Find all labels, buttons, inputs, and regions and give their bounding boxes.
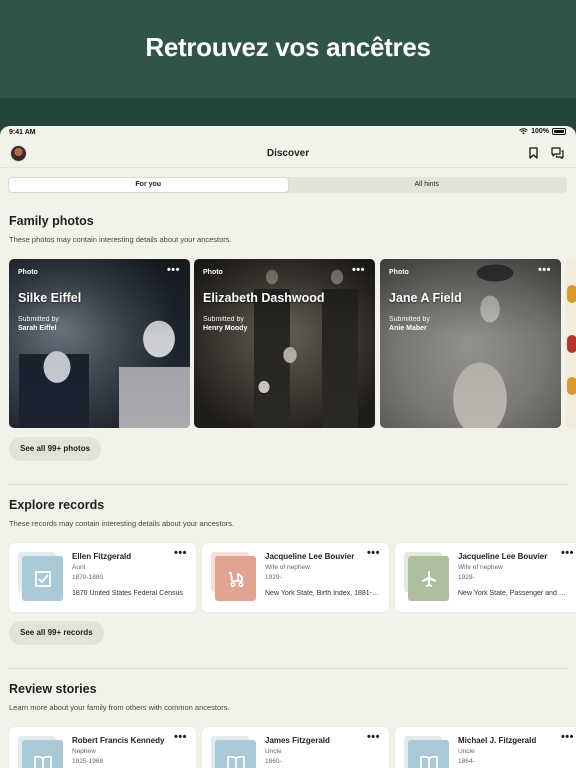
photo-kind: Photo xyxy=(389,269,409,276)
record-card[interactable]: Jacqueline Lee Bouvier Wife of nephew 19… xyxy=(395,543,576,612)
promo-title: Retrouvez vos ancêtres xyxy=(145,32,431,62)
messages-icon[interactable] xyxy=(551,147,564,159)
submitted-label: Submitted by xyxy=(18,316,59,323)
submitted-by-name: Sarah Eiffel xyxy=(18,325,57,332)
status-time: 9:41 AM xyxy=(9,129,36,136)
record-relation: Wife of nephew xyxy=(458,564,503,571)
record-card[interactable]: Jacqueline Lee Bouvier Wife of nephew 19… xyxy=(202,543,389,612)
more-options-icon[interactable]: ••• xyxy=(367,731,380,743)
record-source: New York State, Passenger and Crew Lists xyxy=(458,590,568,597)
story-relation: Nephew xyxy=(72,748,96,755)
photo-person-name: Jane A Field xyxy=(389,291,462,305)
submitted-by-name: Anie Maber xyxy=(389,325,427,332)
wifi-icon xyxy=(519,128,528,135)
submitted-label: Submitted by xyxy=(203,316,244,323)
page-title: Discover xyxy=(266,148,310,159)
story-dates: 1860- xyxy=(265,758,282,765)
more-options-icon[interactable]: ••• xyxy=(538,264,551,276)
more-options-icon[interactable]: ••• xyxy=(561,731,574,743)
story-dates: 1864- xyxy=(458,758,475,765)
story-thumbnail xyxy=(408,740,449,768)
explore-records-subtitle: These records may contain interesting de… xyxy=(9,519,235,528)
nav-bar: Discover xyxy=(0,140,576,168)
record-dates: 1870-1880 xyxy=(72,574,104,581)
stroller-icon xyxy=(228,571,244,587)
record-name: Ellen Fitzgerald xyxy=(72,552,132,561)
section-divider xyxy=(9,484,567,485)
promo-banner: Retrouvez vos ancêtres xyxy=(0,0,576,130)
record-relation: Wife of nephew xyxy=(265,564,310,571)
more-options-icon[interactable]: ••• xyxy=(352,264,365,276)
submitted-label: Submitted by xyxy=(389,316,430,323)
submitted-by-name: Henry Moody xyxy=(203,325,248,332)
section-divider xyxy=(9,668,567,669)
photo-kind: Photo xyxy=(203,269,223,276)
record-thumbnail xyxy=(215,556,256,601)
story-dates: 1925-1968 xyxy=(72,758,104,765)
more-options-icon[interactable]: ••• xyxy=(174,547,187,559)
record-dates: 1929- xyxy=(458,574,475,581)
story-name: Robert Francis Kennedy xyxy=(72,736,165,745)
record-name: Jacqueline Lee Bouvier xyxy=(265,552,355,561)
photo-card[interactable]: Photo ••• Jane A Field Submitted by Anie… xyxy=(380,259,561,428)
app-screen: 9:41 AM 100% Discover For you All hints … xyxy=(0,126,576,768)
story-card[interactable]: Robert Francis Kennedy Nephew 1925-1968 … xyxy=(9,727,196,768)
story-card[interactable]: James Fitzgerald Uncle 1860- ••• xyxy=(202,727,389,768)
record-name: Jacqueline Lee Bouvier xyxy=(458,552,548,561)
tab-for-you[interactable]: For you xyxy=(9,178,288,192)
photo-card[interactable]: Photo ••• Elizabeth Dashwood Submitted b… xyxy=(194,259,375,428)
photo-kind: Photo xyxy=(18,269,38,276)
story-name: Michael J. Fitzgerald xyxy=(458,736,537,745)
photo-card-partial[interactable] xyxy=(565,259,576,428)
book-icon xyxy=(419,755,438,768)
more-options-icon[interactable]: ••• xyxy=(561,547,574,559)
segmented-control: For you All hints xyxy=(8,177,567,193)
see-all-photos-button[interactable]: See all 99+ photos xyxy=(9,437,102,461)
story-card[interactable]: Michael J. Fitzgerald Uncle 1864- ••• xyxy=(395,727,576,768)
bookmark-icon[interactable] xyxy=(529,147,538,159)
record-source: New York State, Birth Index, 1881-1942 xyxy=(265,590,380,597)
battery-icon xyxy=(552,128,566,135)
battery-percent: 100% xyxy=(531,128,549,135)
story-relation: Uncle xyxy=(265,748,282,755)
story-thumbnail xyxy=(22,740,63,768)
record-relation: Aunt xyxy=(72,564,86,571)
record-source: 1870 United States Federal Census xyxy=(72,590,183,597)
family-photos-title: Family photos xyxy=(9,214,94,228)
see-all-records-button[interactable]: See all 99+ records xyxy=(9,621,104,645)
photo-card[interactable]: Photo ••• Silke Eiffel Submitted by Sara… xyxy=(9,259,190,428)
photo-person-name: Elizabeth Dashwood xyxy=(203,291,325,305)
story-thumbnail xyxy=(215,740,256,768)
book-icon xyxy=(226,755,245,768)
record-card[interactable]: Ellen Fitzgerald Aunt 1870-1880 1870 Uni… xyxy=(9,543,196,612)
status-bar: 9:41 AM 100% xyxy=(0,126,576,140)
record-thumbnail xyxy=(408,556,449,601)
review-stories-title: Review stories xyxy=(9,682,97,696)
photo-person-name: Silke Eiffel xyxy=(18,291,82,305)
status-right: 100% xyxy=(519,128,566,135)
more-options-icon[interactable]: ••• xyxy=(367,547,380,559)
checkbox-icon xyxy=(34,570,51,587)
more-options-icon[interactable]: ••• xyxy=(174,731,187,743)
explore-records-title: Explore records xyxy=(9,498,105,512)
story-relation: Uncle xyxy=(458,748,475,755)
review-stories-subtitle: Learn more about your family from others… xyxy=(9,703,230,712)
family-photos-subtitle: These photos may contain interesting det… xyxy=(9,235,232,244)
more-options-icon[interactable]: ••• xyxy=(167,264,180,276)
airplane-icon xyxy=(421,570,436,587)
story-name: James Fitzgerald xyxy=(265,736,330,745)
record-dates: 1929- xyxy=(265,574,282,581)
tab-all-hints[interactable]: All hints xyxy=(288,178,567,192)
record-thumbnail xyxy=(22,556,63,601)
book-icon xyxy=(33,755,52,768)
